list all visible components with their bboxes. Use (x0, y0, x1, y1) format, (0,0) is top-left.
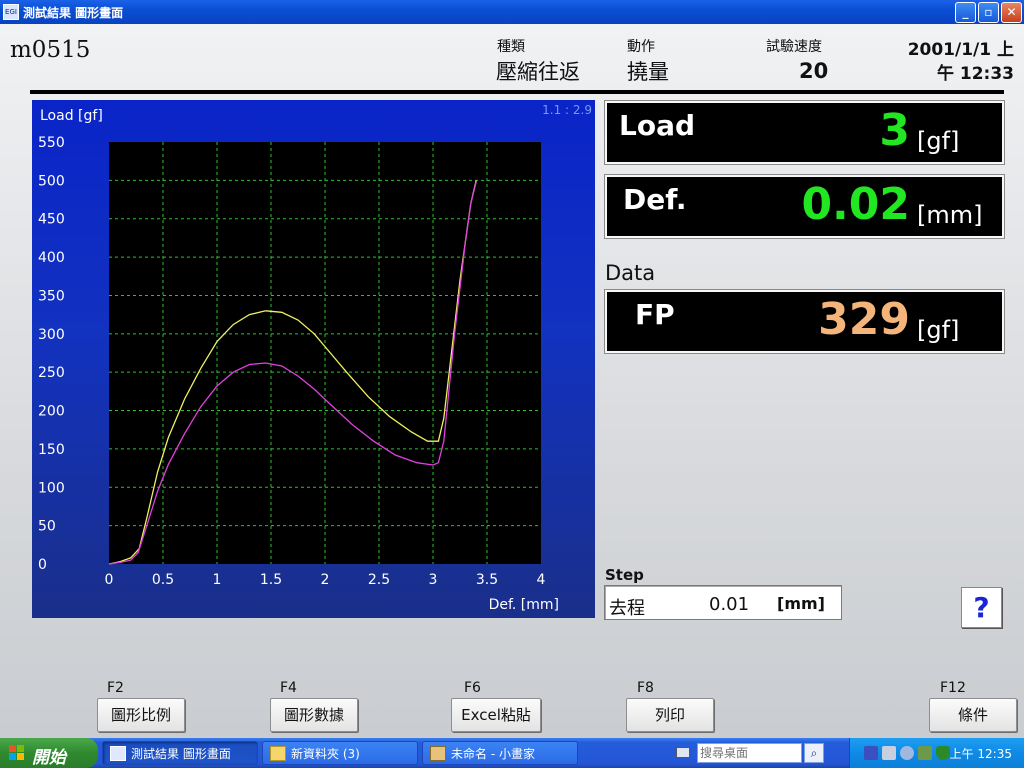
f12-key-label: F12 (940, 680, 966, 696)
step-unit: [mm] (777, 594, 825, 613)
print-button[interactable]: 列印 (626, 698, 714, 732)
y-tick-label: 250 (38, 365, 65, 381)
desktop-search: ⌕ (697, 743, 827, 763)
f4-key-label: F4 (280, 680, 297, 696)
sample-name: m0515 (10, 37, 91, 63)
desktop-search-input[interactable] (697, 743, 802, 763)
y-tick-label: 100 (38, 480, 65, 496)
load-readout-name: Load (619, 109, 696, 142)
start-label: 開始 (32, 748, 66, 768)
y-tick-label: 400 (38, 250, 65, 266)
def-readout-value: 0.02 (801, 179, 910, 230)
type-label: 種類 (497, 39, 525, 55)
step-field[interactable]: 去程 0.01 [mm] (604, 585, 842, 620)
graph-scale-button[interactable]: 圖形比例 (97, 698, 185, 732)
tray-program-icon[interactable] (918, 746, 932, 760)
security-shield-icon[interactable] (936, 746, 950, 760)
aspect-ratio-label: 1.1 : 2.9 (542, 103, 592, 117)
y-tick-label: 150 (38, 442, 65, 458)
taskbar-item-label: 測試結果 圖形畫面 (131, 747, 231, 761)
search-tray-icon[interactable] (900, 746, 914, 760)
search-icon[interactable]: ⌕ (804, 743, 824, 763)
app-window-icon (110, 746, 126, 761)
window-title: 測試結果 圖形畫面 (23, 6, 124, 20)
y-tick-label: 550 (38, 135, 65, 151)
y-tick-label: 300 (38, 327, 65, 343)
action-label: 動作 (627, 39, 655, 55)
taskbar-clock: 上午 12:35 (949, 747, 1012, 761)
fp-readout-value: 329 (818, 294, 910, 345)
x-tick-label: 2 (321, 572, 330, 588)
excel-paste-button[interactable]: Excel粘貼 (451, 698, 541, 732)
network-icon[interactable] (882, 746, 896, 760)
speed-label: 試驗速度 (766, 39, 822, 55)
header-divider (30, 90, 1004, 94)
keyboard-icon[interactable] (676, 747, 690, 758)
date-line-1: 2001/1/1 上 (907, 40, 1014, 60)
load-readout-unit: [gf] (917, 127, 960, 155)
chart-svg: 0 50 100 150 200 250 300 350 400 450 500 550 0 0.5 1 1.… (38, 103, 592, 613)
f6-key-label: F6 (464, 680, 481, 696)
x-tick-label: 0 (105, 572, 114, 588)
step-label: Step (605, 566, 644, 584)
step-value: 0.01 (709, 594, 750, 615)
taskbar-item-label: 未命名 - 小畫家 (451, 747, 535, 761)
y-axis-label: Load [gf] (40, 108, 103, 124)
x-tick-label: 3.5 (476, 572, 498, 588)
taskbar-item-test-results[interactable]: 測試結果 圖形畫面 (102, 741, 258, 765)
graph-data-button[interactable]: 圖形數據 (270, 698, 358, 732)
restore-button[interactable]: ▫ (978, 2, 999, 23)
speed-value: 20 (799, 59, 829, 83)
x-tick-label: 2.5 (368, 572, 390, 588)
fp-readout-name: FP (635, 298, 675, 331)
fp-readout: FP 329 [gf] (604, 289, 1005, 354)
f8-key-label: F8 (637, 680, 654, 696)
y-tick-label: 500 (38, 173, 65, 189)
y-tick-label: 200 (38, 404, 65, 420)
tray-app-icon[interactable] (864, 746, 878, 760)
y-tick-label: 350 (38, 288, 65, 304)
windows-flag-icon (9, 745, 25, 761)
load-deflection-chart: 0 50 100 150 200 250 300 350 400 450 500 550 0 0.5 1 1.… (32, 100, 595, 618)
start-button[interactable]: 開始 (0, 738, 98, 768)
def-readout: Def. 0.02 [mm] (604, 174, 1005, 239)
def-readout-name: Def. (623, 183, 687, 216)
y-tick-label: 450 (38, 212, 65, 228)
date-line-2: 午 12:33 (936, 64, 1014, 84)
fp-readout-unit: [gf] (917, 316, 960, 344)
step-direction: 去程 (609, 598, 645, 619)
x-tick-label: 1.5 (260, 572, 282, 588)
y-tick-label: 0 (38, 557, 47, 573)
taskbar-item-folder[interactable]: 新資料夾 (3) (262, 741, 418, 765)
taskbar: 開始 測試結果 圖形畫面 新資料夾 (3) 未命名 - 小畫家 ⌕ 上午 12:… (0, 738, 1024, 768)
load-readout-value: 3 (879, 105, 910, 156)
help-button[interactable]: ? (961, 587, 1002, 628)
taskbar-item-paint[interactable]: 未命名 - 小畫家 (422, 741, 578, 765)
app-icon: EGI (3, 4, 19, 20)
load-readout: Load 3 [gf] (604, 100, 1005, 165)
taskbar-item-label: 新資料夾 (3) (291, 747, 360, 761)
x-tick-label: 3 (429, 572, 438, 588)
close-button[interactable]: ✕ (1001, 2, 1022, 23)
action-value: 撓量 (627, 60, 669, 84)
minimize-button[interactable]: _ (955, 2, 976, 23)
data-section-label: Data (605, 261, 656, 285)
x-tick-label: 1 (213, 572, 222, 588)
f2-key-label: F2 (107, 680, 124, 696)
main-area: m0515 種類 壓縮往返 動作 撓量 試驗速度 20 2001/1/1 上 午… (0, 24, 1024, 738)
conditions-button[interactable]: 條件 (929, 698, 1017, 732)
y-tick-label: 50 (38, 519, 56, 535)
folder-icon (270, 746, 286, 761)
def-readout-unit: [mm] (917, 201, 983, 229)
x-tick-label: 4 (537, 572, 546, 588)
x-tick-label: 0.5 (152, 572, 174, 588)
title-bar[interactable]: EGI 測試結果 圖形畫面 _ ▫ ✕ (0, 0, 1024, 24)
x-axis-label: Def. [mm] (489, 597, 559, 613)
datetime: 2001/1/1 上 午 12:33 (908, 38, 1014, 86)
paint-icon (430, 746, 446, 761)
system-tray: 上午 12:35 (849, 738, 1024, 768)
type-value: 壓縮往返 (496, 60, 580, 84)
